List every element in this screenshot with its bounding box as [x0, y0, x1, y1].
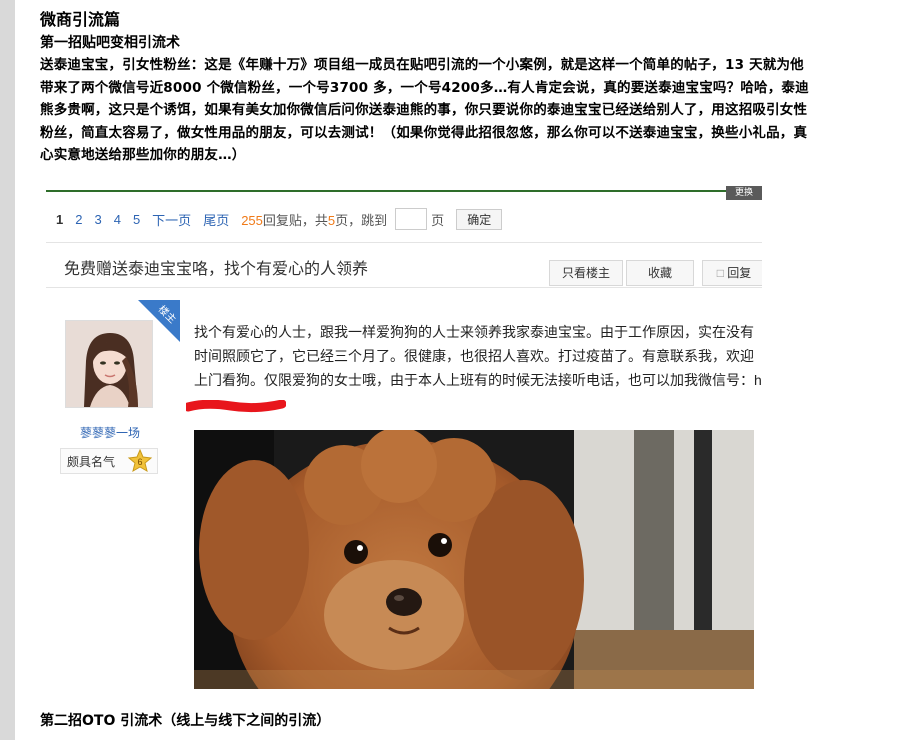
jump-page-input[interactable] [395, 208, 428, 230]
reply-label: 回复 [727, 266, 752, 280]
level-star-icon: 6 [127, 449, 153, 473]
reply-number: 255 [241, 212, 263, 228]
confirm-button[interactable]: 确定 [456, 208, 503, 230]
para-line: 熊多贵啊，这只是个诱饵，如果有美女加你微信后问你送泰迪熊的事，你只要说你的泰迪宝… [40, 102, 808, 118]
para-line: 心实意地送给那些加你的朋友…） [40, 147, 246, 163]
para-line: 带来了两个微信号近8000 个微信粉丝，一个号3700 多，一个号4200多…有… [40, 79, 809, 96]
page-1[interactable]: 1 [56, 212, 63, 227]
para-line: 粉丝，简直太容易了，做女性用品的朋友，可以去测试！（如果你觉得此招很忽悠，那么你… [40, 124, 808, 141]
favorite-button[interactable]: 收藏 [626, 260, 694, 286]
reply-count: 255回复贴，共5页，跳到 [241, 210, 387, 229]
pagination: 1 2 3 4 5 下一页 尾页 255回复贴，共5页，跳到 页 确定 [56, 206, 514, 232]
next-page-link[interactable]: 下一页 [152, 210, 191, 229]
last-page-link[interactable]: 尾页 [203, 210, 229, 229]
reply-icon: □ [716, 266, 724, 280]
only-op-button[interactable]: 只看楼主 [549, 260, 623, 286]
avatar[interactable] [65, 320, 153, 408]
page-2[interactable]: 2 [75, 212, 82, 227]
post-body: 找个有爱心的人士，跟我一样爱狗狗的人士来领养我家泰迪宝宝。由于工作原因，实在没有… [194, 320, 762, 392]
article: 微商引流篇 第一招贴吧变相引流术 送泰迪宝宝，引女性粉丝：这是《年赚十万》项目组… [40, 8, 885, 167]
redaction-mark [186, 400, 286, 413]
corner-button[interactable]: 更换 [726, 186, 762, 200]
reply-text: 回复贴，共 [262, 212, 328, 228]
top-green-line [46, 190, 726, 192]
post-line: 找个有爱心的人士，跟我一样爱狗狗的人士来领养我家泰迪宝宝。由于工作原因，实在没有 [194, 324, 754, 340]
article-paragraph: 送泰迪宝宝，引女性粉丝：这是《年赚十万》项目组一成员在贴吧引流的一个小案例，就是… [40, 54, 885, 167]
section1-title: 第一招贴吧变相引流术 [40, 35, 180, 51]
page-4[interactable]: 4 [114, 212, 121, 227]
level-label: 颇具名气 [67, 455, 116, 469]
username[interactable]: 蓼蓼蓼一场 [80, 424, 140, 441]
left-gutter [0, 0, 15, 740]
page-unit: 页 [431, 212, 445, 228]
level-number: 6 [137, 457, 142, 467]
post-line: 时间照顾它了，它已经三个月了。很健康，也很招人喜欢。打过疫苗了。有意联系我，欢迎 [194, 348, 754, 364]
thread-title: 免费赠送泰迪宝宝咯，找个有爱心的人领养 [64, 261, 369, 278]
dog-photo [194, 430, 754, 689]
section2-title: 第二招OTO 引流术（线上与线下之间的引流） [40, 713, 331, 729]
reply-button[interactable]: □ 回复 [702, 260, 762, 286]
article-heading: 微商引流篇 [40, 10, 121, 29]
author-panel: 楼主 蓼蓼蓼一场 颇具名气 6 [46, 300, 180, 500]
forum-screenshot: 更换 1 2 3 4 5 下一页 尾页 255回复贴，共5页，跳到 页 确定 免… [46, 186, 762, 689]
page-3[interactable]: 3 [94, 212, 101, 227]
thread-title-bar: 免费赠送泰迪宝宝咯，找个有爱心的人领养 只看楼主 收藏 □ 回复 [46, 242, 762, 288]
page-5[interactable]: 5 [133, 212, 140, 227]
level-badge: 颇具名气 6 [60, 448, 158, 474]
jump-text: 页，跳到 [335, 212, 388, 228]
para-line: 送泰迪宝宝，引女性粉丝：这是《年赚十万》项目组一成员在贴吧引流的一个小案例，就是… [40, 57, 804, 73]
post-line: 上门看狗。仅限爱狗的女士哦，由于本人上班有的时候无法接听电话，也可以加我微信号：… [194, 372, 762, 388]
